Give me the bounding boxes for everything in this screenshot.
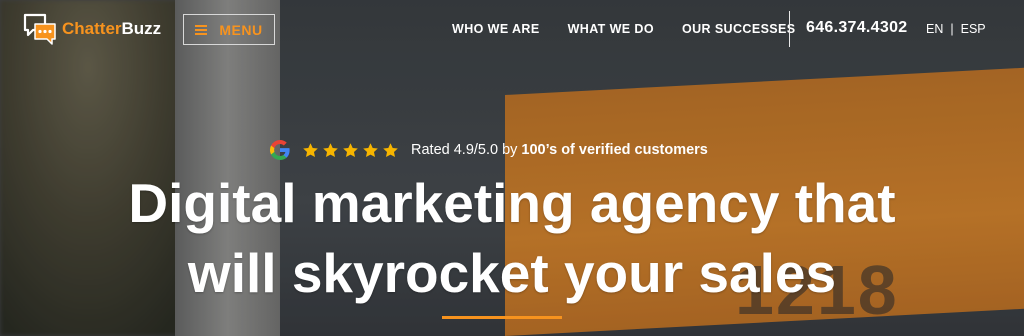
nav-who-we-are[interactable]: WHO WE ARE — [452, 22, 540, 36]
hero-headline-line2: will skyrocket your sales — [187, 242, 837, 304]
language-switcher: EN | ESP — [926, 22, 986, 36]
hero-headline-line1: Digital marketing agency that — [128, 172, 896, 234]
rating-text: Rated 4.9/5.0 by — [411, 142, 518, 158]
menu-button[interactable]: MENU — [183, 14, 275, 45]
star-icon — [343, 142, 358, 157]
lang-separator: | — [950, 22, 954, 36]
accent-underline — [442, 316, 562, 319]
site-header: ChatterBuzz MENU WHO WE ARE WHAT WE DO O… — [0, 0, 1024, 62]
brand-logo[interactable]: ChatterBuzz — [22, 11, 161, 47]
lang-en[interactable]: EN — [926, 22, 943, 36]
star-icon — [323, 142, 338, 157]
brand-name-part2: Buzz — [121, 19, 162, 38]
rating-strong-text: 100’s of verified customers — [521, 142, 708, 158]
lang-esp[interactable]: ESP — [961, 22, 986, 36]
star-rating — [302, 142, 399, 159]
hero-headline: Digital marketing agency that will skyro… — [0, 168, 1024, 308]
phone-link[interactable]: 646.374.4302 — [806, 19, 907, 37]
star-icon — [383, 142, 398, 157]
header-divider — [789, 11, 790, 47]
brand-name-part1: Chatter — [62, 19, 122, 38]
hamburger-icon — [195, 24, 208, 35]
rating-bar: Rated 4.9/5.0 by 100’s of verified custo… — [268, 138, 708, 162]
star-icon — [363, 142, 378, 157]
brand-name: ChatterBuzz — [62, 19, 161, 39]
menu-button-label: MENU — [219, 21, 263, 38]
star-icon — [303, 142, 318, 157]
google-icon — [268, 138, 292, 162]
nav-our-successes[interactable]: OUR SUCCESSES — [682, 22, 796, 36]
chat-bubbles-icon — [22, 11, 58, 47]
main-nav: WHO WE ARE WHAT WE DO OUR SUCCESSES — [452, 22, 796, 36]
nav-what-we-do[interactable]: WHAT WE DO — [568, 22, 654, 36]
